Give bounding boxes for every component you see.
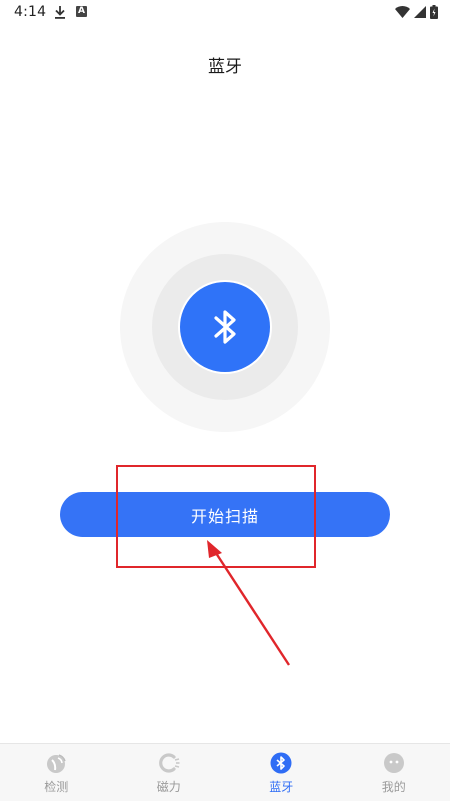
bluetooth-icon [210, 306, 240, 348]
page-title: 蓝牙 [0, 52, 450, 77]
app-notification-icon: A [76, 6, 87, 17]
download-icon [54, 5, 66, 19]
nav-label-detect: 检测 [44, 778, 68, 795]
status-time: 4:14 [14, 4, 46, 20]
status-bar: 4:14 A [0, 0, 450, 26]
annotation-highlight-box [116, 465, 316, 568]
profile-icon [383, 752, 405, 774]
nav-item-detect[interactable]: 检测 [0, 744, 113, 801]
signal-icon [414, 6, 426, 18]
bluetooth-nav-icon [270, 752, 292, 774]
nav-label-profile: 我的 [382, 778, 406, 795]
nav-label-bluetooth: 蓝牙 [269, 778, 293, 795]
magnet-icon [158, 752, 180, 774]
nav-item-magnet[interactable]: 磁力 [113, 744, 226, 801]
battery-icon [430, 5, 438, 19]
status-icons [395, 5, 438, 19]
nav-label-magnet: 磁力 [157, 778, 181, 795]
bottom-nav: 检测 磁力 蓝牙 我的 [0, 743, 450, 801]
nav-item-profile[interactable]: 我的 [338, 744, 450, 801]
detect-icon [45, 752, 67, 774]
wifi-icon [395, 6, 410, 18]
nav-item-bluetooth[interactable]: 蓝牙 [225, 744, 338, 801]
bluetooth-badge [178, 280, 272, 374]
